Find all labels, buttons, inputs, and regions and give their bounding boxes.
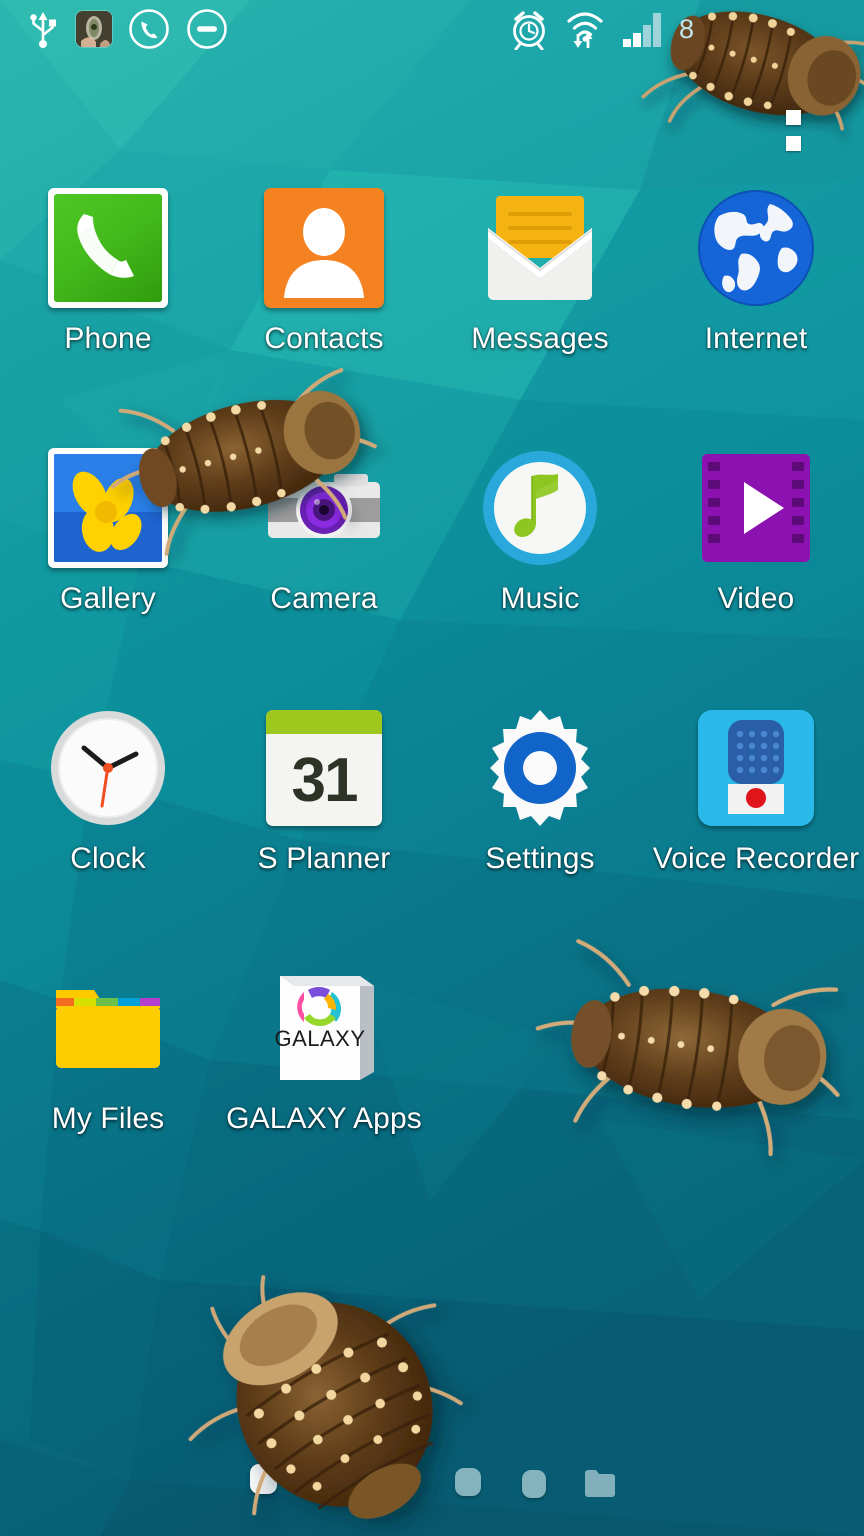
app-label: Camera bbox=[270, 582, 378, 615]
app-label: Music bbox=[500, 582, 580, 615]
dock-item-1[interactable] bbox=[250, 1464, 277, 1494]
clock-icon bbox=[48, 708, 168, 828]
app-slot-empty bbox=[648, 968, 864, 1228]
calendar-header-band bbox=[266, 710, 382, 734]
app-video[interactable]: Video bbox=[648, 448, 864, 708]
usb-icon bbox=[30, 12, 56, 48]
calendar-icon: 31 bbox=[264, 708, 384, 828]
phone-icon bbox=[48, 188, 168, 308]
galaxy-apps-icon: GALAXY bbox=[264, 968, 384, 1088]
app-contacts[interactable]: Contacts bbox=[216, 188, 432, 448]
microphone-icon bbox=[696, 708, 816, 828]
dock-item-3[interactable] bbox=[522, 1470, 546, 1498]
folder-icon bbox=[48, 968, 168, 1088]
dock-item-folder[interactable] bbox=[584, 1468, 616, 1503]
wifi-icon bbox=[567, 12, 603, 48]
app-grid: Phone Contacts Messages Internet Gallery… bbox=[0, 188, 864, 1228]
alarm-icon bbox=[513, 11, 545, 50]
status-bar-left-group bbox=[0, 8, 228, 50]
app-camera[interactable]: Camera bbox=[216, 448, 432, 708]
app-label: S Planner bbox=[257, 842, 391, 875]
page-indicator-dot[interactable] bbox=[786, 110, 801, 125]
do-not-disturb-icon bbox=[187, 9, 227, 49]
app-music[interactable]: Music bbox=[432, 448, 648, 708]
app-row: My Files GALAXY GALAXY Apps bbox=[0, 968, 864, 1228]
dock-item-2[interactable] bbox=[455, 1468, 481, 1496]
app-label: Settings bbox=[485, 842, 595, 875]
signal-icon bbox=[622, 13, 661, 47]
app-voice-recorder[interactable]: Voice Recorder bbox=[648, 708, 864, 968]
status-bar[interactable]: 8 bbox=[0, 0, 864, 58]
app-label: My Files bbox=[51, 1102, 165, 1135]
app-my-files[interactable]: My Files bbox=[0, 968, 216, 1228]
app-row: Clock 31 S Planner Settings Voice Record… bbox=[0, 708, 864, 968]
internet-icon bbox=[696, 188, 816, 308]
app-internet[interactable]: Internet bbox=[648, 188, 864, 448]
app-label: Phone bbox=[64, 322, 152, 355]
contacts-icon bbox=[264, 188, 384, 308]
app-label: Voice Recorder bbox=[652, 842, 860, 875]
video-icon bbox=[696, 448, 816, 568]
app-gallery[interactable]: Gallery bbox=[0, 448, 216, 708]
app-clock[interactable]: Clock bbox=[0, 708, 216, 968]
camera-icon bbox=[264, 448, 384, 568]
app-messages[interactable]: Messages bbox=[432, 188, 648, 448]
app-label: Clock bbox=[70, 842, 146, 875]
app-label: Internet bbox=[704, 322, 808, 355]
settings-gear-icon bbox=[480, 708, 600, 828]
app-phone[interactable]: Phone bbox=[0, 188, 216, 448]
app-label: Gallery bbox=[60, 582, 156, 615]
app-slot-empty bbox=[432, 968, 648, 1228]
page-indicator-dot[interactable] bbox=[786, 136, 801, 151]
status-bar-right-group: 8 bbox=[509, 7, 694, 51]
notification-thumbnail-icon[interactable] bbox=[76, 11, 112, 47]
app-row: Gallery Camera Music Video bbox=[0, 448, 864, 708]
galaxy-wordmark: GALAXY bbox=[274, 1026, 365, 1051]
app-s-planner[interactable]: 31 S Planner bbox=[216, 708, 432, 968]
messages-icon bbox=[480, 188, 600, 308]
app-label: Video bbox=[717, 582, 795, 615]
dock bbox=[0, 1420, 864, 1536]
missed-call-icon bbox=[129, 9, 169, 49]
app-settings[interactable]: Settings bbox=[432, 708, 648, 968]
app-galaxy-apps[interactable]: GALAXY GALAXY Apps bbox=[216, 968, 432, 1228]
app-row: Phone Contacts Messages Internet bbox=[0, 188, 864, 448]
battery-percentage-text: 8 bbox=[678, 13, 694, 44]
app-label: Contacts bbox=[264, 322, 384, 355]
music-icon bbox=[480, 448, 600, 568]
app-label: GALAXY Apps bbox=[226, 1102, 422, 1135]
calendar-day-number: 31 bbox=[291, 745, 359, 815]
gallery-icon bbox=[48, 448, 168, 568]
page-indicator[interactable] bbox=[786, 110, 801, 162]
app-label: Messages bbox=[471, 322, 609, 355]
